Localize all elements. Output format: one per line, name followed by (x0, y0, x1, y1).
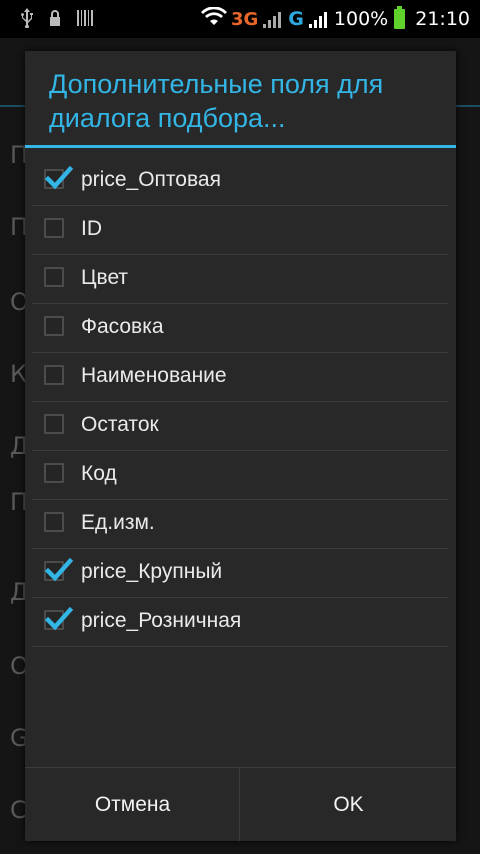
list-item[interactable]: Остаток (32, 402, 448, 451)
list-item[interactable]: Код (32, 451, 448, 500)
signal-icon-2 (308, 10, 327, 28)
list-item-label: Ед.изм. (81, 511, 155, 534)
battery-icon (394, 6, 406, 29)
dialog-title: Дополнительные поля для диалога подбора.… (49, 69, 384, 133)
cancel-button[interactable]: Отмена (25, 768, 240, 841)
dialog: Дополнительные поля для диалога подбора.… (25, 51, 456, 841)
checkbox-unchecked[interactable] (44, 365, 64, 385)
status-bar: 3G G 100% 21:10 (0, 0, 480, 38)
list-item[interactable]: ID (32, 206, 448, 255)
list-item-label: ID (81, 217, 102, 240)
title-divider (25, 145, 456, 148)
checkbox-list: price_Оптовая ID Цвет Фасовка Наименование Ос… (32, 157, 448, 647)
list-item-label: price_Крупный (81, 560, 223, 583)
checkbox-unchecked[interactable] (44, 414, 64, 434)
wifi-icon (200, 6, 227, 31)
checkbox-unchecked[interactable] (44, 267, 64, 287)
lock-icon (48, 9, 62, 31)
usb-icon (20, 8, 34, 32)
list-item-label: Фасовка (81, 315, 164, 338)
checkmark-icon (44, 165, 74, 190)
list-item[interactable]: Наименование (32, 353, 448, 402)
list-item[interactable]: Ед.изм. (32, 500, 448, 549)
network-3g-indicator: 3G (230, 8, 259, 30)
clock: 21:10 (415, 8, 470, 30)
list-item-label: Код (81, 462, 117, 485)
list-item[interactable]: Цвет (32, 255, 448, 304)
checkbox-unchecked[interactable] (44, 512, 64, 532)
button-divider (239, 768, 240, 841)
list-item[interactable]: price_Оптовая (32, 157, 448, 206)
list-item-label: Цвет (81, 266, 129, 289)
list-item[interactable]: price_Крупный (32, 549, 448, 598)
checkbox-checked[interactable] (44, 557, 74, 582)
list-item-label: Наименование (81, 364, 227, 387)
checkbox-checked[interactable] (44, 165, 74, 190)
list-item-label: price_Оптовая (81, 168, 221, 191)
list-item-label: price_Розничная (81, 609, 242, 632)
checkbox-unchecked[interactable] (44, 463, 64, 483)
signal-icon (263, 10, 282, 28)
list-item-label: Остаток (81, 413, 159, 436)
ok-button[interactable]: OK (241, 768, 456, 841)
dialog-buttons: Отмена OK (25, 767, 456, 841)
list-item[interactable]: price_Розничная (32, 598, 448, 647)
checkmark-icon (44, 606, 74, 631)
checkbox-unchecked[interactable] (44, 316, 64, 336)
battery-percent: 100% (333, 8, 389, 30)
list-item[interactable]: Фасовка (32, 304, 448, 353)
checkmark-icon (44, 557, 74, 582)
checkbox-unchecked[interactable] (44, 218, 64, 238)
checkbox-checked[interactable] (44, 606, 74, 631)
barcode-icon (76, 9, 94, 31)
network-g-indicator: G (288, 8, 304, 30)
